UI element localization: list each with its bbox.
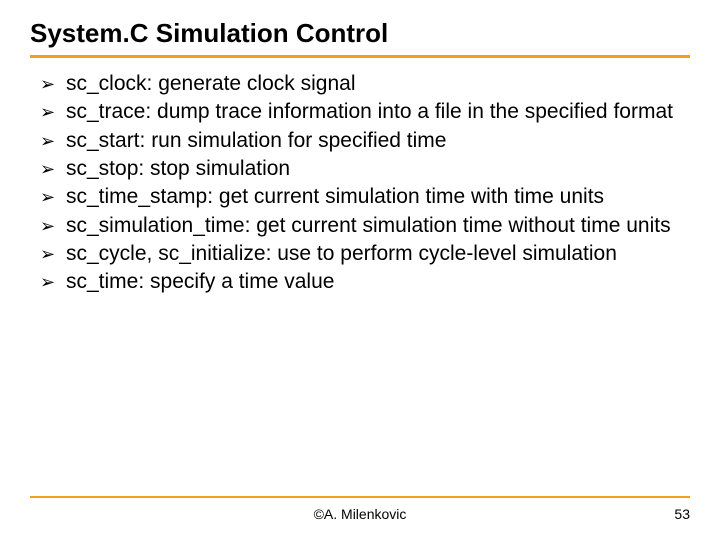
list-item-text: sc_simulation_time: get current simulati…	[66, 214, 671, 237]
footer-page-number: 53	[674, 506, 690, 522]
list-item: ➢ sc_simulation_time: get current simula…	[40, 212, 690, 240]
list-item: ➢ sc_stop: stop simulation	[40, 155, 690, 183]
bullet-list: ➢ sc_clock: generate clock signal ➢ sc_t…	[30, 70, 690, 297]
list-item-text: sc_time_stamp: get current simulation ti…	[66, 185, 604, 208]
bullet-arrow-icon: ➢	[40, 214, 55, 238]
slide: System.C Simulation Control ➢ sc_clock: …	[0, 0, 720, 540]
list-item-text: sc_cycle, sc_initialize: use to perform …	[66, 242, 617, 265]
slide-title: System.C Simulation Control	[30, 18, 690, 49]
list-item: ➢ sc_cycle, sc_initialize: use to perfor…	[40, 240, 690, 268]
footer-author: ©A. Milenkovic	[0, 506, 720, 522]
bullet-arrow-icon: ➢	[40, 157, 55, 181]
bullet-arrow-icon: ➢	[40, 72, 55, 96]
list-item: ➢ sc_start: run simulation for specified…	[40, 127, 690, 155]
title-rule	[30, 55, 690, 58]
list-item: ➢ sc_time_stamp: get current simulation …	[40, 183, 690, 211]
list-item-text: sc_stop: stop simulation	[66, 157, 290, 180]
bullet-arrow-icon: ➢	[40, 129, 55, 153]
list-item-text: sc_clock: generate clock signal	[66, 72, 355, 95]
list-item-text: sc_start: run simulation for specified t…	[66, 129, 446, 152]
bullet-arrow-icon: ➢	[40, 100, 55, 124]
bullet-arrow-icon: ➢	[40, 270, 55, 294]
list-item-text: sc_time: specify a time value	[66, 270, 334, 293]
footer-rule	[30, 496, 690, 498]
list-item: ➢ sc_clock: generate clock signal	[40, 70, 690, 98]
bullet-arrow-icon: ➢	[40, 185, 55, 209]
bullet-arrow-icon: ➢	[40, 242, 55, 266]
list-item: ➢ sc_time: specify a time value	[40, 268, 690, 296]
list-item: ➢ sc_trace: dump trace information into …	[40, 98, 690, 126]
list-item-text: sc_trace: dump trace information into a …	[66, 100, 673, 123]
